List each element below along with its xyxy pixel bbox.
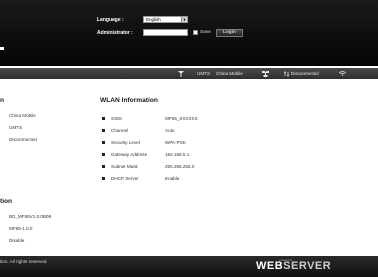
bullet-icon [102, 165, 105, 168]
connection-status: Disconnected [291, 71, 319, 76]
footer: tion. All rights reserved powered WEBSER… [0, 256, 378, 277]
language-value: English [146, 17, 161, 22]
header: Language : English ▼ Administrator : Sav… [0, 0, 378, 66]
login-button[interactable]: Login [215, 28, 243, 37]
list-item: UMTS [9, 124, 23, 130]
brand-part1: WEB [256, 260, 284, 272]
bullet-icon [102, 177, 105, 180]
router-web-ui: Language : English ▼ Administrator : Sav… [0, 0, 378, 277]
wlan-label: Security Level [111, 139, 140, 145]
wlan-label: SSID [111, 115, 122, 121]
language-label: Language : [97, 16, 124, 23]
wlan-value: MF65_XXXXXX [165, 115, 198, 121]
wlan-value: WPA-PSK [165, 139, 186, 145]
bullet-icon [102, 129, 105, 132]
wlan-label: Subnet Mask [111, 163, 138, 169]
bullet-icon [102, 117, 105, 120]
wlan-section-title: WLAN Information [100, 97, 158, 104]
network-type: UMTS [197, 71, 211, 76]
connection-arrows-icon [284, 68, 289, 79]
wlan-value: 255.255.255.0 [165, 163, 195, 169]
signal-icon [178, 68, 184, 79]
list-item: Disable [9, 237, 25, 243]
copyright-text: tion. All rights reserved [0, 259, 47, 264]
wlan-label: DHCP Server [111, 175, 139, 181]
language-select[interactable]: English ▼ [143, 16, 188, 23]
logo-fragment [0, 47, 4, 50]
wlan-label: Gateway Address [111, 151, 148, 157]
carrier-name: China Mobile [216, 71, 243, 76]
wlan-value: 192.168.0.1 [165, 151, 190, 157]
wlan-value: Auto [165, 127, 175, 133]
webserver-logo: WEBSERVER [256, 260, 331, 272]
left-section-title: n [0, 97, 5, 104]
bullet-icon [102, 153, 105, 156]
wifi-icon [339, 68, 346, 79]
password-field[interactable] [143, 29, 188, 36]
save-checkbox[interactable] [193, 30, 198, 35]
chevron-down-icon[interactable]: ▼ [181, 17, 187, 22]
list-item: BD_MF65V1.0.0B09 [9, 213, 52, 219]
wlan-label: Channel [111, 127, 129, 133]
admin-label: Administrator : [97, 29, 133, 36]
wlan-value: Enable [165, 175, 180, 181]
status-bar: UMTS China Mobile Disconnected [0, 68, 378, 79]
list-item: MF65-1.0.0 [9, 225, 33, 231]
brand-part2: SERVER [283, 260, 332, 272]
network-icon [262, 68, 269, 79]
version-section-title: tion [0, 198, 13, 205]
bullet-icon [102, 141, 105, 144]
list-item: Disconnected [9, 136, 37, 142]
language-row: Language : English ▼ [97, 14, 188, 25]
admin-row: Administrator : Save Login [97, 27, 243, 38]
list-item: China Mobile [9, 112, 36, 118]
save-label: Save [200, 30, 211, 35]
